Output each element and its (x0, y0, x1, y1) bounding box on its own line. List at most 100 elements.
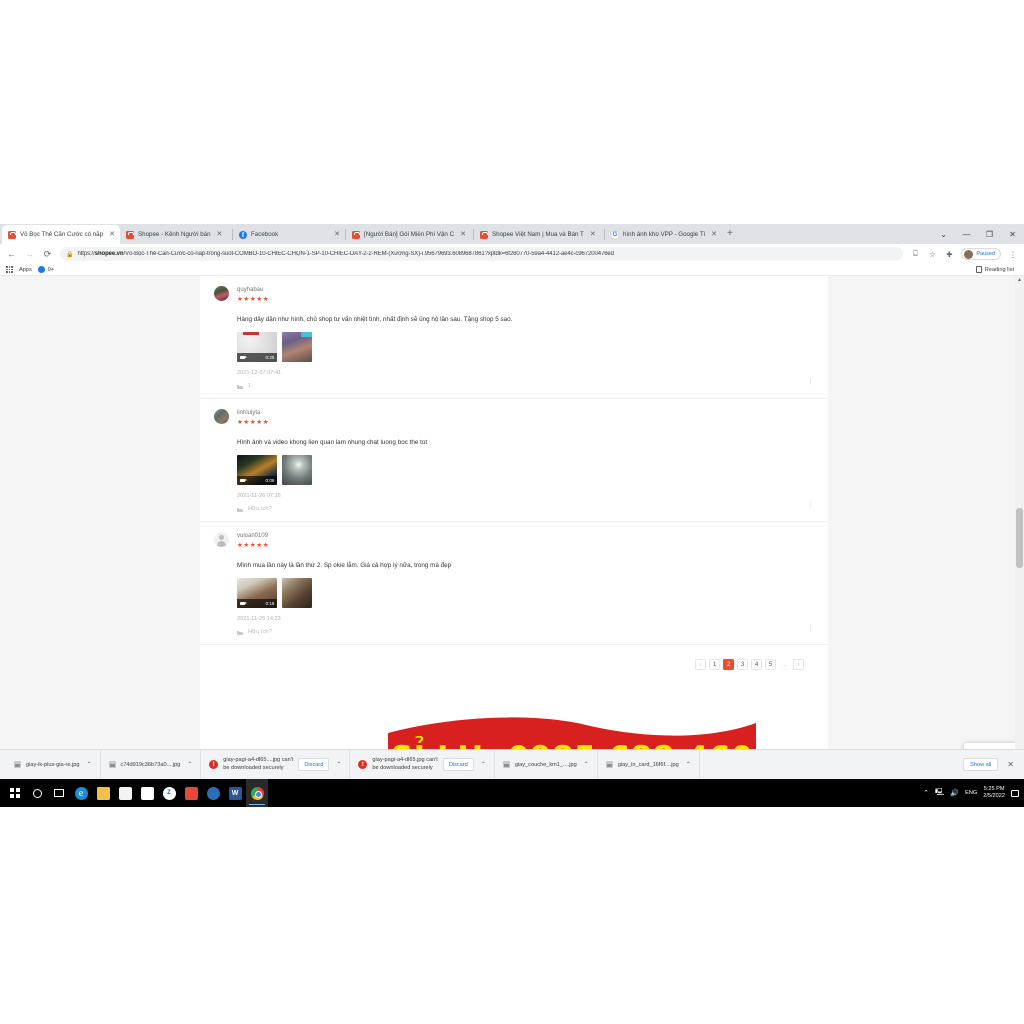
pagination-page-5[interactable]: 5 (765, 659, 776, 670)
taskbar-app-paint[interactable] (136, 779, 158, 807)
chevron-up-icon[interactable]: ⌃ (187, 761, 192, 768)
facebook-icon (37, 266, 45, 273)
volume-icon[interactable]: 🔊 (950, 789, 959, 797)
reading-list-button[interactable]: Reading list (975, 266, 1014, 273)
close-window-button[interactable]: ✕ (1001, 230, 1024, 239)
extensions-puzzle-icon[interactable]: ✚ (944, 250, 954, 259)
task-view-button[interactable] (48, 779, 70, 807)
forward-button[interactable]: → (24, 249, 35, 259)
new-tab-button[interactable]: + (727, 229, 733, 239)
download-item[interactable]: giay_in_card_16f6f....jpg ⌃ (598, 749, 700, 780)
taskbar-app-ie[interactable] (202, 779, 224, 807)
clock[interactable]: 5:25 PM 2/5/2022 (983, 786, 1005, 801)
back-button[interactable]: ← (6, 249, 17, 259)
taskbar-app-chrome[interactable] (246, 779, 268, 807)
chevron-up-icon[interactable]: ⌃ (923, 789, 929, 797)
reload-button[interactable]: ⟳ (42, 249, 53, 260)
review-video-thumbnail[interactable]: 0:16 (237, 578, 277, 608)
taskbar-app-file-explorer[interactable] (92, 779, 114, 807)
review-footer: Hữu ích? ⋮ (237, 625, 814, 644)
review-menu-kebab-icon[interactable]: ⋮ (807, 502, 814, 509)
browser-tab-2[interactable]: f Facebook ✕ (233, 225, 345, 244)
browser-tab-4[interactable]: Shopee Việt Nam | Mua và Bán T ✕ (474, 225, 604, 244)
close-downloads-bar-icon[interactable]: ✕ (1007, 760, 1014, 769)
review-image-thumbnail[interactable] (282, 332, 312, 362)
scroll-up-arrow-icon[interactable]: ▲ (1015, 276, 1024, 285)
browser-tab-1[interactable]: Shopee - Kênh Người bán ✕ (120, 225, 232, 244)
browser-tab-3[interactable]: [Người Bán] Gói Miễn Phí Vận C ✕ (346, 225, 473, 244)
review-date: 2021-11-26 07:16 (237, 493, 281, 499)
chevron-up-icon[interactable]: ⌃ (686, 761, 691, 768)
close-icon[interactable]: ✕ (590, 231, 596, 238)
helpful-label[interactable]: Hữu ích? (248, 629, 272, 635)
image-file-icon (14, 761, 21, 768)
browser-tab-5[interactable]: G hình ảnh kho VPP - Google Tìm k ✕ (605, 225, 722, 244)
bookmark-item-facebook[interactable]: 9+ (37, 266, 54, 273)
share-icon[interactable]: ⍇ (910, 249, 920, 259)
address-bar[interactable]: 🔒 https://shopee.vn/Vỏ-Bọc-Thẻ-Căn-Cước-… (60, 247, 904, 261)
pagination-next-button[interactable]: › (793, 659, 804, 670)
taskbar-app-store[interactable] (114, 779, 136, 807)
pagination-page-1[interactable]: 1 (709, 659, 720, 670)
taskbar-app-zalo[interactable]: Z (158, 779, 180, 807)
profile-chip[interactable]: Paused (961, 248, 1001, 260)
start-button[interactable] (4, 779, 26, 807)
system-tray: ⌃ 🖳 🔊 ENG 5:25 PM 2/5/2022 (923, 786, 1024, 801)
pagination-page-2[interactable]: 2 (723, 659, 734, 670)
show-all-downloads-button[interactable]: Show all (963, 758, 999, 771)
review-video-thumbnail[interactable]: 0:25 (237, 332, 277, 362)
close-icon[interactable]: ✕ (334, 231, 340, 238)
chevron-up-icon[interactable]: ⌃ (481, 761, 486, 768)
pagination-ellipsis: … (781, 661, 788, 668)
discard-button[interactable]: Discard (298, 758, 330, 771)
chevron-up-icon[interactable]: ⌃ (584, 761, 589, 768)
chevron-up-icon[interactable]: ⌃ (336, 761, 341, 768)
review-menu-kebab-icon[interactable]: ⋮ (807, 625, 814, 632)
pagination-page-4[interactable]: 4 (751, 659, 762, 670)
bookmark-apps-label[interactable]: Apps (19, 267, 32, 273)
download-item[interactable]: giay-ik-plus-gia-re.jpg ⌃ (6, 749, 101, 780)
download-item-blocked[interactable]: ! giay-pagi-a4-dl65.jpg can't be downloa… (350, 749, 495, 780)
thumbs-up-icon[interactable] (237, 629, 243, 635)
close-icon[interactable]: ✕ (109, 231, 115, 238)
discard-button[interactable]: Discard (442, 758, 474, 771)
tab-search-chevron-icon[interactable]: ⌄ (932, 230, 955, 239)
action-center-icon[interactable] (1011, 789, 1019, 797)
pagination-prev-button[interactable]: ‹ (695, 659, 706, 670)
tab-title: Shopee Việt Nam | Mua và Bán T (492, 231, 584, 238)
taskbar-app-edge[interactable]: e (70, 779, 92, 807)
chevron-up-icon[interactable]: ⌃ (86, 761, 91, 768)
bookmark-star-icon[interactable]: ☆ (927, 250, 937, 259)
network-icon[interactable]: 🖳 (935, 788, 944, 799)
image-file-icon (605, 761, 613, 768)
shopee-icon (480, 230, 488, 239)
taskbar-app-red[interactable] (180, 779, 202, 807)
review-image-thumbnail[interactable] (282, 455, 312, 485)
language-indicator[interactable]: ENG (965, 790, 977, 796)
download-item[interactable]: giay_couche_km1_....jpg ⌃ (495, 749, 598, 780)
avatar (214, 532, 229, 547)
close-icon[interactable]: ✕ (711, 231, 717, 238)
review-video-thumbnail[interactable]: 0:06 (237, 455, 277, 485)
image-file-icon (502, 761, 510, 768)
browser-tab-0[interactable]: Vỏ Bọc Thẻ Căn Cước có nắp tro ✕ (2, 225, 120, 244)
minimize-button[interactable]: — (955, 230, 978, 239)
download-item[interactable]: c74d919c36b73a0....jpg ⌃ (101, 749, 202, 780)
menu-kebab-icon[interactable]: ⋮ (1008, 250, 1018, 259)
vertical-scrollbar[interactable]: ▲ ▼ (1015, 276, 1024, 767)
helpful-label[interactable]: Hữu ích? (248, 506, 272, 512)
helpful-label[interactable]: 1 (248, 383, 251, 389)
pagination-page-3[interactable]: 3 (737, 659, 748, 670)
apps-grid-icon[interactable] (6, 266, 13, 273)
close-icon[interactable]: ✕ (217, 231, 223, 238)
review-image-thumbnail[interactable] (282, 578, 312, 608)
thumbs-up-icon[interactable] (237, 383, 243, 389)
thumbs-up-icon[interactable] (237, 506, 243, 512)
taskbar-app-word[interactable]: W (224, 779, 246, 807)
close-icon[interactable]: ✕ (460, 231, 466, 238)
maximize-button[interactable]: ❐ (978, 230, 1001, 239)
review-menu-kebab-icon[interactable]: ⋮ (807, 379, 814, 386)
search-button[interactable] (26, 779, 48, 807)
scrollbar-thumb[interactable] (1016, 508, 1023, 568)
download-item-blocked[interactable]: ! giay-pagi-a4-dl65....jpg can't be down… (201, 749, 351, 780)
